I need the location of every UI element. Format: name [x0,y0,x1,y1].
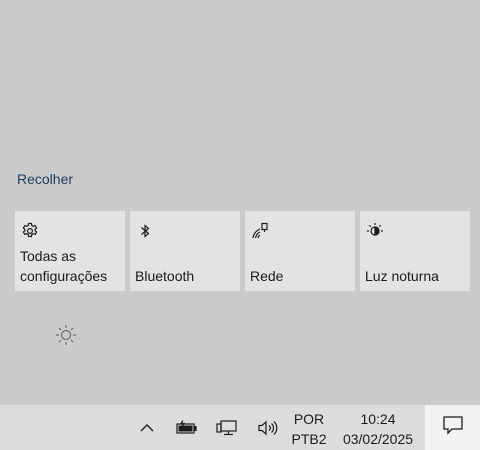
taskbar: POR PTB2 10:24 03/02/2025 [0,405,480,450]
clock[interactable]: 10:24 03/02/2025 [334,405,422,450]
network-icon [251,222,269,240]
tile-label: Rede [250,268,284,284]
tile-network[interactable]: Rede [245,211,355,291]
tile-label: Bluetooth [135,268,195,284]
tile-all-settings[interactable]: Todas as configurações [15,211,125,291]
clock-date: 03/02/2025 [342,431,414,447]
notification-icon [442,414,464,441]
input-language-indicator[interactable]: POR PTB2 [289,405,329,450]
chevron-up-icon[interactable] [135,405,159,450]
night-light-icon [366,222,384,240]
tile-label: Luz noturna [365,268,439,284]
battery-icon[interactable] [173,405,199,450]
action-center-panel: Recolher Todas as configurações Bluetoot… [0,0,480,405]
network-icon[interactable] [214,405,240,450]
language-code: POR [293,411,325,427]
speaker-icon[interactable] [254,405,280,450]
tile-night-light[interactable]: Luz noturna [360,211,470,291]
keyboard-layout: PTB2 [291,431,327,447]
collapse-link[interactable]: Recolher [17,171,73,187]
tile-label: Todas as configurações [20,248,108,284]
quick-actions: Todas as configurações Bluetooth Rede Lu… [15,211,470,291]
gear-icon [21,222,39,240]
bluetooth-icon [136,222,154,240]
brightness-icon[interactable] [54,323,78,347]
notifications-button[interactable] [425,405,480,450]
tile-bluetooth[interactable]: Bluetooth [130,211,240,291]
clock-time: 10:24 [360,411,396,427]
